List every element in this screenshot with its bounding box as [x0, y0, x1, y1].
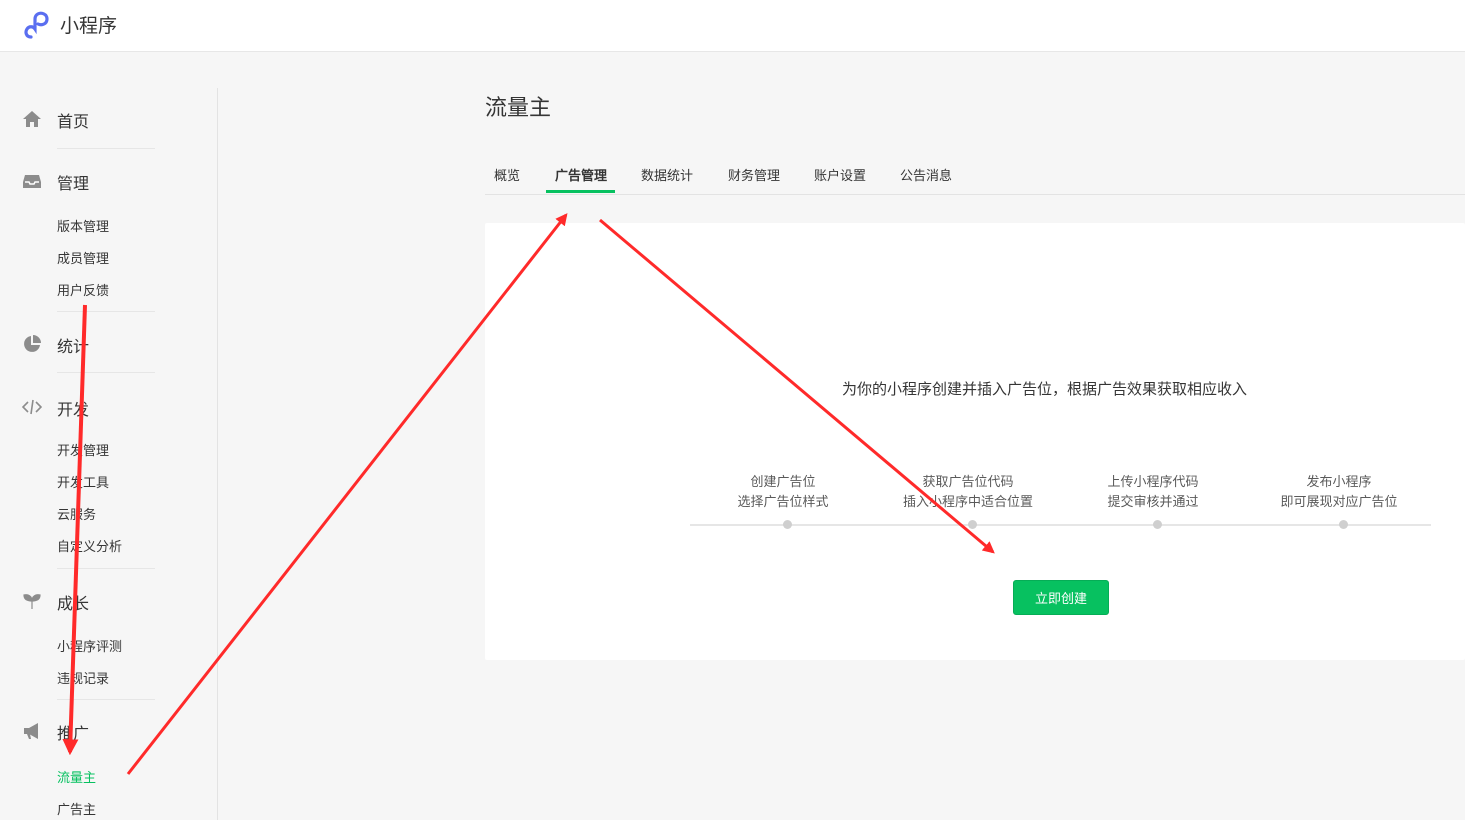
step-title: 获取广告位代码	[922, 475, 1014, 490]
step-desc: 即可展现对应广告位	[1280, 495, 1398, 510]
sidebar-item-label: 开发	[57, 400, 90, 419]
intro-text: 为你的小程序创建并插入广告位，根据广告效果获取相应收入	[842, 380, 1248, 398]
step-desc: 选择广告位样式	[737, 495, 829, 510]
step-title: 发布小程序	[1306, 475, 1372, 490]
active-tab-indicator	[546, 190, 615, 193]
sidebar-subitem-version[interactable]: 版本管理	[57, 216, 109, 236]
code-icon	[22, 399, 42, 415]
step-title: 上传小程序代码	[1107, 475, 1199, 490]
step-desc: 插入小程序中适合位置	[902, 495, 1033, 510]
tab-bar: 概览 广告管理 数据统计 财务管理 账户设置 公告消息	[485, 155, 1465, 195]
inbox-icon	[23, 175, 41, 188]
sidebar-separator	[57, 311, 155, 312]
sidebar-subitem-violations[interactable]: 违规记录	[57, 668, 109, 688]
step-desc: 提交审核并通过	[1107, 495, 1199, 510]
sidebar-separator	[57, 372, 155, 373]
megaphone-icon	[24, 723, 38, 739]
step-upload-code: 上传小程序代码 提交审核并通过	[1053, 473, 1253, 513]
step-get-code: 获取广告位代码 插入小程序中适合位置	[868, 473, 1068, 513]
sidebar-item-label: 管理	[57, 174, 90, 193]
sidebar-divider	[217, 88, 218, 820]
step-create-ad-slot: 创建广告位 选择广告位样式	[683, 473, 883, 513]
tab-overview[interactable]: 概览	[494, 165, 520, 193]
step-dot	[1339, 520, 1348, 529]
sidebar-item-promote[interactable]: 推广	[0, 716, 200, 746]
step-dot	[1153, 520, 1162, 529]
sidebar-subitem-custom-analysis[interactable]: 自定义分析	[57, 536, 122, 556]
pie-chart-icon	[24, 335, 41, 352]
app-title: 小程序	[60, 15, 118, 37]
tab-finance[interactable]: 财务管理	[728, 165, 780, 193]
top-bar: 小程序	[0, 0, 1465, 52]
tab-announcements[interactable]: 公告消息	[900, 165, 952, 193]
sidebar-item-label: 首页	[57, 112, 90, 131]
tab-data-stats[interactable]: 数据统计	[641, 165, 693, 193]
sidebar-subitem-traffic-owner[interactable]: 流量主	[57, 767, 96, 787]
sidebar-subitem-feedback[interactable]: 用户反馈	[57, 280, 109, 300]
sidebar-item-develop[interactable]: 开发	[0, 392, 200, 422]
sidebar-item-growth[interactable]: 成长	[0, 586, 200, 616]
home-icon	[23, 111, 41, 127]
mini-program-logo-icon[interactable]	[23, 11, 53, 39]
sprout-icon	[23, 594, 41, 609]
step-dot	[968, 520, 977, 529]
sidebar-item-label: 统计	[57, 337, 90, 356]
sidebar-separator	[57, 699, 155, 700]
sidebar-item-stats[interactable]: 统计	[0, 329, 200, 359]
tab-ad-management[interactable]: 广告管理	[555, 165, 607, 193]
step-title: 创建广告位	[750, 475, 816, 490]
create-now-button[interactable]: 立即创建	[1013, 580, 1109, 615]
sidebar-subitem-dev-tools[interactable]: 开发工具	[57, 472, 109, 492]
sidebar-subitem-evaluation[interactable]: 小程序评测	[57, 636, 122, 656]
sidebar-separator	[57, 148, 155, 149]
steps-track	[690, 524, 1431, 526]
ad-management-card	[485, 223, 1465, 660]
step-dot	[783, 520, 792, 529]
sidebar-item-home[interactable]: 首页	[0, 104, 200, 134]
sidebar-subitem-cloud[interactable]: 云服务	[57, 504, 96, 524]
page-title: 流量主	[485, 96, 552, 121]
sidebar-item-label: 推广	[57, 724, 90, 743]
sidebar-subitem-dev-manage[interactable]: 开发管理	[57, 440, 109, 460]
sidebar-subitem-advertiser[interactable]: 广告主	[57, 799, 96, 819]
sidebar-separator	[57, 568, 155, 569]
sidebar-subitem-members[interactable]: 成员管理	[57, 248, 109, 268]
sidebar-item-manage[interactable]: 管理	[0, 166, 200, 196]
sidebar-item-label: 成长	[57, 594, 90, 613]
tab-account-settings[interactable]: 账户设置	[814, 165, 866, 193]
step-publish: 发布小程序 即可展现对应广告位	[1239, 473, 1439, 513]
